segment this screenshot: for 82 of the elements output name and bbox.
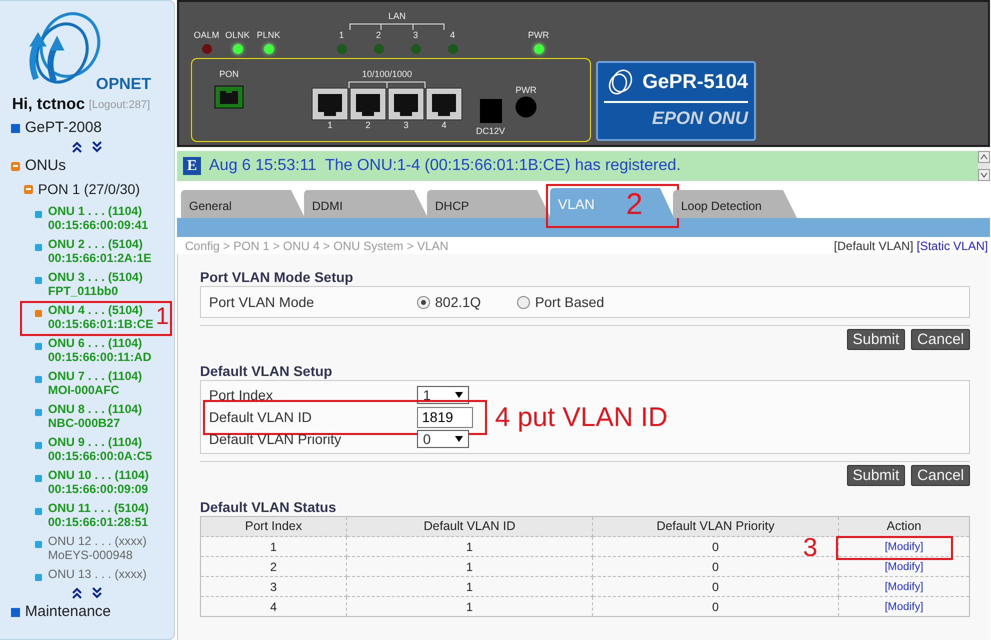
caret-icon — [455, 436, 463, 442]
section-title: Port VLAN Mode Setup — [200, 268, 354, 286]
radio-option[interactable]: 802.1Q — [417, 292, 481, 312]
power-jack-icon — [480, 99, 502, 123]
event-message: Aug 6 15:53:11 The ONU:1-4 (00:15:66:01:1B:CE) has registered. — [209, 156, 682, 176]
ethernet-port-icon — [426, 88, 462, 120]
modify-link[interactable]: [Modify] — [884, 601, 924, 614]
port-label: DC12V — [476, 126, 506, 137]
select-field[interactable]: 0 — [417, 430, 469, 448]
device-type: EPON ONU — [604, 101, 748, 129]
form-button[interactable]: Cancel — [911, 329, 970, 350]
greeting: Hi, tctnoc — [12, 95, 85, 115]
breadcrumb: Config > PON 1 > ONU 4 > ONU System > VLAN — [185, 238, 448, 254]
led-label: OALM — [194, 30, 220, 41]
tree-node[interactable]: PON 1 (27/0/30) — [0, 177, 174, 201]
table-cell: 1 — [346, 536, 592, 556]
view-link[interactable]: [Default VLAN] — [834, 238, 914, 252]
field-label: Default VLAN Priority — [209, 430, 342, 449]
ethernet-port-icon — [312, 88, 348, 120]
led-label: PLNK — [256, 30, 280, 41]
led-label: OLNK — [225, 30, 250, 41]
led-label: 3 — [412, 30, 418, 41]
annotation-label: 2 — [626, 190, 643, 220]
scroll-up-icon[interactable] — [71, 141, 83, 153]
port-label: PWR — [516, 85, 537, 96]
tree-node[interactable]: GePT-2008 — [0, 117, 174, 139]
led-label: 1 — [338, 30, 344, 41]
scroll-down-icon[interactable] — [91, 141, 103, 153]
table-cell: 1 — [346, 556, 592, 576]
tab[interactable]: General — [181, 190, 305, 218]
form-button[interactable]: Submit — [846, 465, 906, 486]
table-cell: 3 — [200, 576, 346, 596]
column-header: Default VLAN Priority — [592, 516, 838, 536]
scroll-up-icon[interactable] — [71, 587, 83, 599]
form-button[interactable]: Submit — [846, 329, 906, 350]
tree-node[interactable]: ONUs — [0, 155, 174, 177]
power-button-icon — [515, 96, 538, 118]
port-number: 2 — [365, 120, 370, 131]
tab[interactable]: Loop Detection — [673, 190, 797, 218]
led-label: 4 — [450, 30, 455, 41]
radio-option[interactable]: Port Based — [516, 292, 604, 312]
port-number: 4 — [441, 120, 446, 131]
table-cell: 1 — [346, 576, 592, 596]
input-field[interactable]: 1819 — [417, 406, 473, 428]
event-badge: E — [183, 157, 201, 175]
caret-icon — [455, 392, 463, 398]
form-button[interactable]: Cancel — [911, 465, 970, 486]
section-title: Default VLAN Setup — [200, 362, 334, 380]
field-label: Port VLAN Mode — [209, 292, 316, 312]
tree-node[interactable]: Maintenance — [0, 601, 174, 623]
tab[interactable]: DDMI — [304, 190, 428, 218]
field-label: Default VLAN ID — [209, 408, 313, 426]
scroll-down-icon[interactable] — [91, 587, 103, 599]
annotation-label: 1 — [156, 305, 169, 329]
modify-link[interactable]: [Modify] — [884, 541, 924, 554]
table-cell: 2 — [200, 556, 346, 576]
column-header: Port Index — [200, 516, 346, 536]
port-label: 10/100/1000 — [362, 69, 412, 80]
modify-link[interactable]: [Modify] — [884, 561, 924, 574]
logo-text: OPNET — [96, 77, 152, 93]
column-header: Action — [838, 516, 970, 536]
table-cell: 1 — [200, 536, 346, 556]
ethernet-port-icon — [388, 88, 424, 120]
tab[interactable]: DHCP — [427, 190, 551, 218]
port-number: 3 — [403, 120, 408, 131]
table-cell: 0 — [592, 576, 838, 596]
table-cell: 0 — [592, 556, 838, 576]
view-link[interactable]: [Static VLAN] — [916, 238, 988, 252]
field-label: Port Index — [209, 386, 274, 404]
modify-link[interactable]: [Modify] — [884, 581, 924, 594]
port-number: 1 — [327, 120, 332, 131]
led-label: LAN — [388, 11, 406, 22]
onu-item[interactable]: ONU 12 . . . (xxxx) MoEYS-000948 — [48, 534, 147, 562]
ethernet-port-icon — [350, 88, 386, 120]
column-header: Default VLAN ID — [346, 516, 592, 536]
port-label: PON — [219, 69, 239, 80]
led-label: PWR — [528, 30, 549, 41]
section-title: Default VLAN Status — [200, 498, 338, 516]
fiber-port-icon — [214, 85, 244, 109]
model-name: GePR-5104 — [642, 70, 748, 94]
led-label: 2 — [376, 30, 381, 41]
onu-item[interactable]: ONU 13 . . . (xxxx) — [48, 567, 147, 581]
